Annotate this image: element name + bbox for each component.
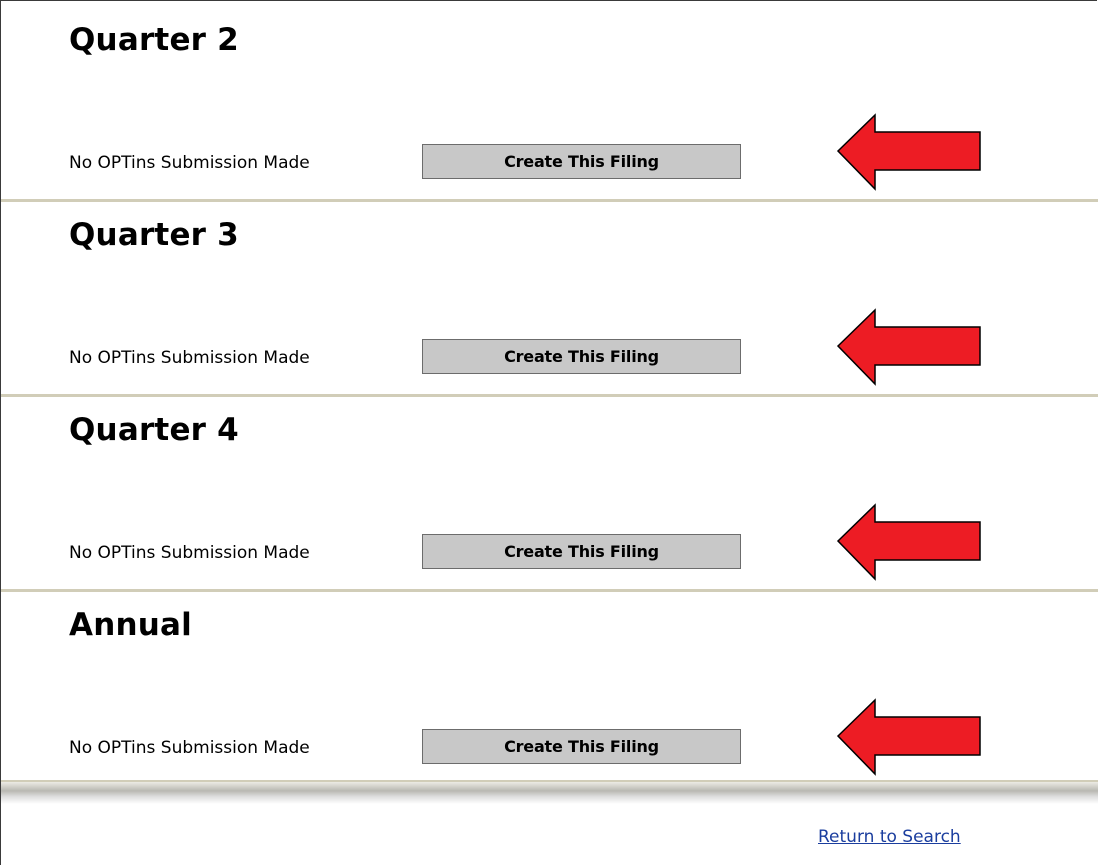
submission-status: No OPTins Submission Made [69,348,310,368]
create-filing-button[interactable]: Create This Filing [422,144,741,179]
footer-separator [1,782,1098,804]
left-arrow-icon [836,113,981,191]
submission-status: No OPTins Submission Made [69,543,310,563]
submission-status: No OPTins Submission Made [69,738,310,758]
filing-section-annual: Annual No OPTins Submission Made Create … [1,585,1098,780]
create-filing-button[interactable]: Create This Filing [422,339,741,374]
section-title: Annual [69,607,192,643]
create-filing-button[interactable]: Create This Filing [422,534,741,569]
section-title: Quarter 4 [69,412,239,448]
filing-section-quarter-2: Quarter 2 No OPTins Submission Made Crea… [1,0,1098,195]
left-arrow-icon [836,308,981,386]
section-title: Quarter 2 [69,22,239,58]
create-filing-button[interactable]: Create This Filing [422,729,741,764]
left-arrow-icon [836,698,981,776]
filing-section-quarter-4: Quarter 4 No OPTins Submission Made Crea… [1,390,1098,585]
submission-status: No OPTins Submission Made [69,153,310,173]
return-to-search-link[interactable]: Return to Search [818,827,961,847]
filing-section-quarter-3: Quarter 3 No OPTins Submission Made Crea… [1,195,1098,390]
left-arrow-icon [836,503,981,581]
section-title: Quarter 3 [69,217,239,253]
